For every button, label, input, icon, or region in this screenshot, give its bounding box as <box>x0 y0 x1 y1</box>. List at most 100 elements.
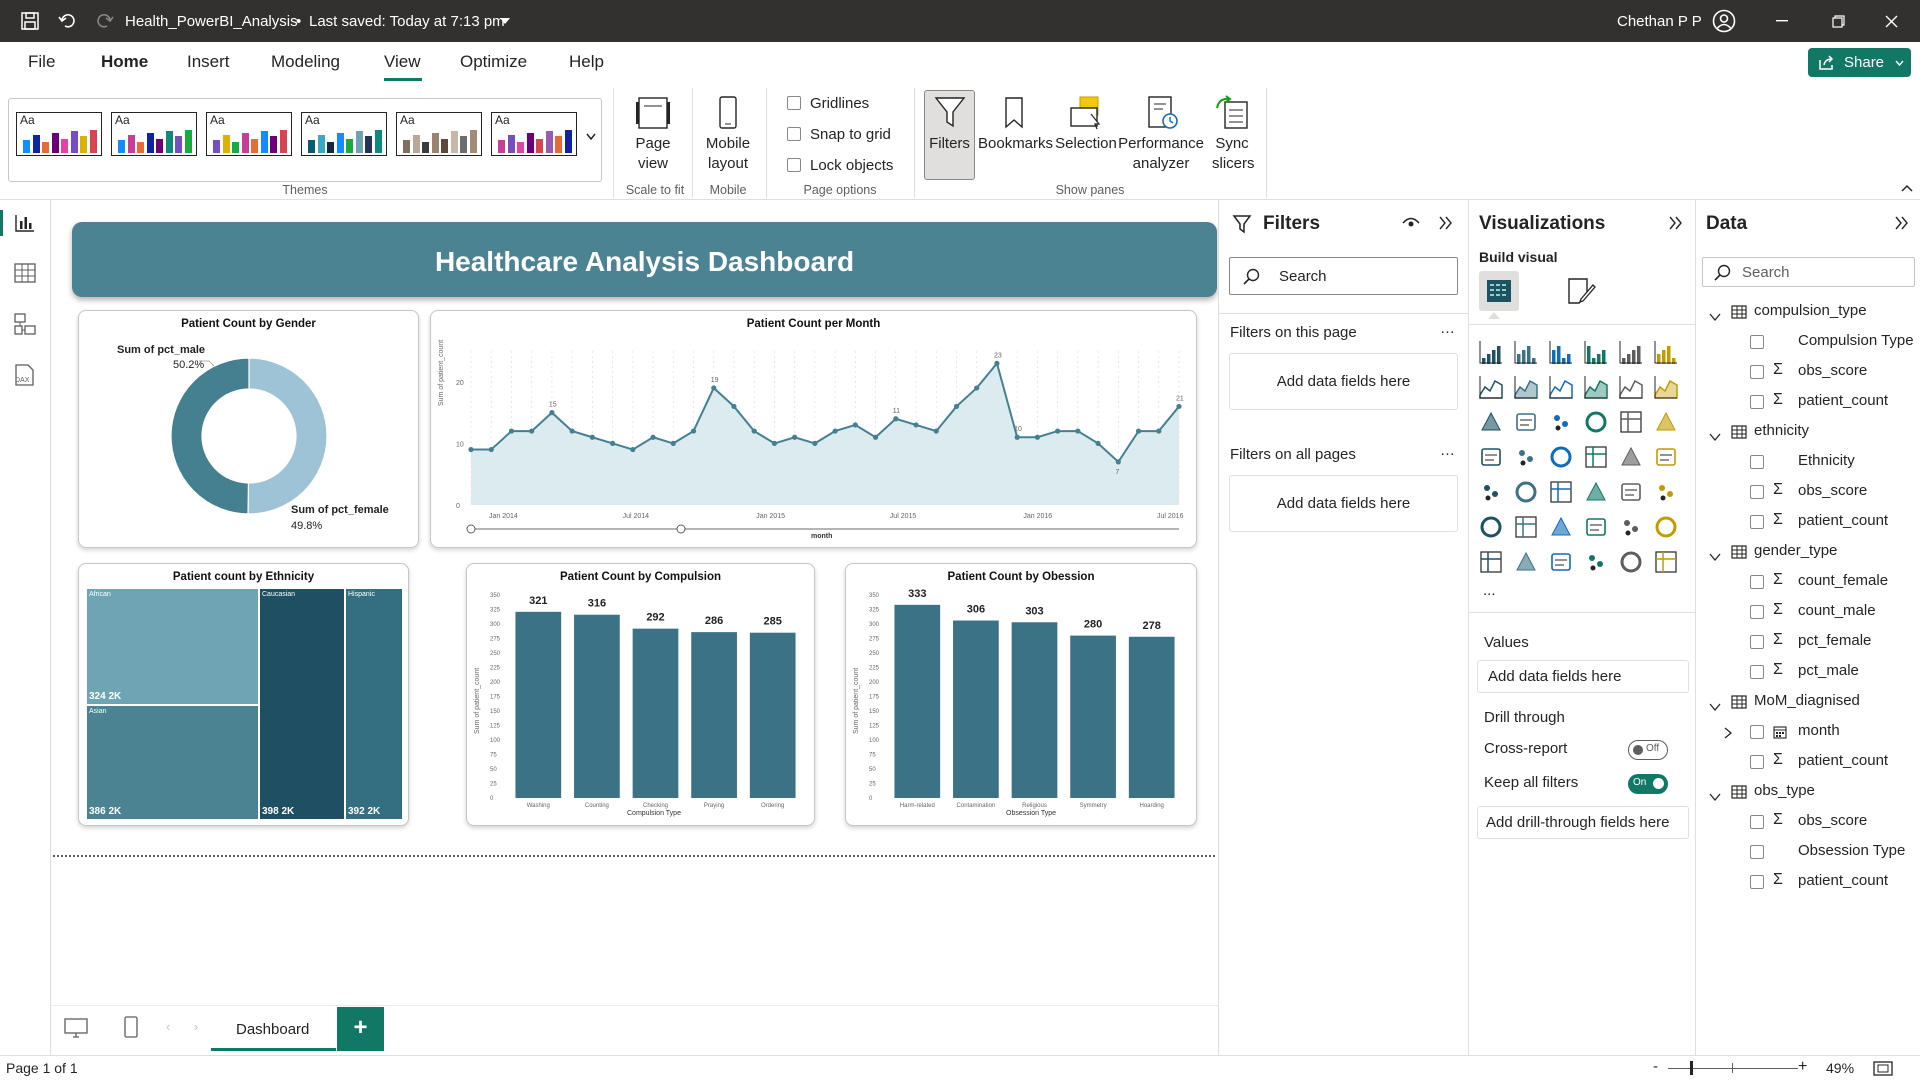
theme-swatch[interactable]: Aa <box>396 112 482 156</box>
field-checkbox[interactable] <box>1750 365 1764 379</box>
matrix-icon[interactable] <box>1619 480 1643 504</box>
filters-all-pages-drop[interactable]: Add data fields here <box>1229 475 1458 532</box>
restore-icon[interactable] <box>1832 15 1845 28</box>
100-bar-icon[interactable] <box>1619 340 1643 364</box>
donut-chart-icon[interactable] <box>1654 410 1678 434</box>
azure-map-icon[interactable] <box>1584 445 1608 469</box>
field-name[interactable]: patient_count <box>1798 752 1888 769</box>
minimize-icon[interactable] <box>1776 20 1788 22</box>
page-view-button[interactable]: Page view <box>620 94 686 174</box>
field-checkbox[interactable] <box>1750 395 1764 409</box>
table-name[interactable]: MoM_diagnised <box>1754 692 1860 709</box>
card-new-icon[interactable] <box>1514 550 1538 574</box>
field-checkbox[interactable] <box>1750 845 1764 859</box>
dax-query-view-icon[interactable]: DAX <box>12 363 36 387</box>
gallery-expand-icon[interactable] <box>586 133 596 140</box>
table-name[interactable]: obs_type <box>1754 782 1815 799</box>
field-name[interactable]: patient_count <box>1798 512 1888 529</box>
power-automate-icon[interactable] <box>1619 550 1643 574</box>
ethnicity-treemap-visual[interactable]: Patient count by Ethnicity African 324 2… <box>78 563 409 826</box>
field-checkbox[interactable] <box>1750 635 1764 649</box>
stacked-area-icon[interactable] <box>1549 375 1573 399</box>
model-view-icon[interactable] <box>14 313 36 335</box>
collapse-pane-icon[interactable] <box>1895 216 1909 230</box>
field-name[interactable]: obs_score <box>1798 812 1867 829</box>
python-visual-icon[interactable] <box>1479 515 1503 539</box>
card-icon[interactable] <box>1654 445 1678 469</box>
field-name[interactable]: Obsession Type <box>1798 842 1905 859</box>
field-name[interactable]: obs_score <box>1798 362 1867 379</box>
field-checkbox[interactable] <box>1750 335 1764 349</box>
narrative-icon[interactable] <box>1619 515 1643 539</box>
paginated-report-icon[interactable] <box>1479 550 1503 574</box>
treemap-icon[interactable] <box>1479 445 1503 469</box>
collapse-ribbon-icon[interactable] <box>1901 184 1913 192</box>
field-name[interactable]: count_male <box>1798 602 1876 619</box>
zoom-out-button[interactable]: - <box>1653 1058 1658 1075</box>
theme-swatch[interactable]: Aa <box>491 112 577 156</box>
treemap-tile-african[interactable]: African 324 2K <box>86 588 259 705</box>
r-visual-icon[interactable] <box>1654 480 1678 504</box>
filters-this-page-drop[interactable]: Add data fields here <box>1229 353 1458 410</box>
zoom-in-button[interactable]: + <box>1798 1058 1807 1076</box>
collapse-pane-icon[interactable] <box>1669 216 1683 230</box>
theme-swatch[interactable]: Aa <box>206 112 292 156</box>
gauge-icon[interactable] <box>1619 445 1643 469</box>
field-name[interactable]: month <box>1798 722 1840 739</box>
goals-icon[interactable] <box>1654 515 1678 539</box>
keep-filters-toggle[interactable]: On <box>1628 774 1668 794</box>
field-name[interactable]: Ethnicity <box>1798 452 1855 469</box>
chevron-down-icon[interactable] <box>1709 308 1721 322</box>
close-icon[interactable] <box>1885 15 1898 28</box>
cross-report-toggle[interactable]: Off <box>1628 740 1668 760</box>
table-name[interactable]: compulsion_type <box>1754 302 1867 319</box>
field-name[interactable]: obs_score <box>1798 482 1867 499</box>
add-page-button[interactable]: + <box>337 1007 384 1051</box>
save-icon[interactable] <box>20 11 40 31</box>
tab-view[interactable]: View <box>384 52 421 72</box>
button-slicer-icon[interactable] <box>1549 550 1573 574</box>
funnel-icon[interactable] <box>1549 410 1573 434</box>
stacked-column-icon[interactable] <box>1514 340 1538 364</box>
pie-chart-icon[interactable] <box>1619 410 1643 434</box>
slicer-handle-start[interactable] <box>466 524 476 534</box>
field-name[interactable]: pct_female <box>1798 632 1871 649</box>
slicer-handle-end[interactable] <box>676 524 686 534</box>
format-visual-icon[interactable] <box>1565 275 1597 307</box>
field-checkbox[interactable] <box>1750 875 1764 889</box>
obsession-bar-visual[interactable]: Patient Count by Obession Sum of patient… <box>845 563 1197 826</box>
chevron-down-icon[interactable] <box>1709 788 1721 802</box>
zoom-slider[interactable] <box>1668 1068 1798 1069</box>
report-view-icon[interactable] <box>14 213 36 233</box>
field-checkbox[interactable] <box>1750 725 1764 739</box>
more-options-icon[interactable]: … <box>1440 320 1455 337</box>
kpi-icon[interactable] <box>1514 480 1538 504</box>
build-visual-tab[interactable] <box>1479 271 1519 311</box>
performance-analyzer-button[interactable]: Performance analyzer <box>1117 94 1207 174</box>
saved-status[interactable]: Last saved: Today at 7:13 pm <box>309 13 505 30</box>
data-search-input[interactable]: Search <box>1702 257 1915 287</box>
tab-optimize[interactable]: Optimize <box>460 52 527 72</box>
field-checkbox[interactable] <box>1750 755 1764 769</box>
ribbon-chart-icon[interactable] <box>1479 410 1503 434</box>
month-area-visual[interactable]: Patient Count per Month Sum of patient_c… <box>430 310 1197 548</box>
theme-swatch[interactable]: Aa <box>111 112 197 156</box>
table-name[interactable]: gender_type <box>1754 542 1837 559</box>
fit-to-page-icon[interactable] <box>1873 1061 1893 1076</box>
mobile-layout-button[interactable]: Mobile layout <box>698 94 758 174</box>
clustered-bar-icon[interactable] <box>1549 340 1573 364</box>
scatter-icon[interactable] <box>1584 410 1608 434</box>
100-area-icon[interactable] <box>1584 375 1608 399</box>
text-slicer-icon[interactable] <box>1654 550 1678 574</box>
dashboard-title-banner[interactable]: Healthcare Analysis Dashboard <box>72 222 1217 297</box>
lock-objects-checkbox[interactable] <box>787 158 801 172</box>
qa-icon[interactable] <box>1584 515 1608 539</box>
filters-pane-button[interactable]: Filters <box>924 94 975 154</box>
key-influencers-icon[interactable] <box>1514 515 1538 539</box>
filled-map-icon[interactable] <box>1549 445 1573 469</box>
field-name[interactable]: Compulsion Type <box>1798 332 1914 349</box>
field-name[interactable]: patient_count <box>1798 392 1888 409</box>
stacked-bar-icon[interactable] <box>1479 340 1503 364</box>
tab-home[interactable]: Home <box>101 52 148 72</box>
chevron-down-icon[interactable] <box>1709 428 1721 442</box>
